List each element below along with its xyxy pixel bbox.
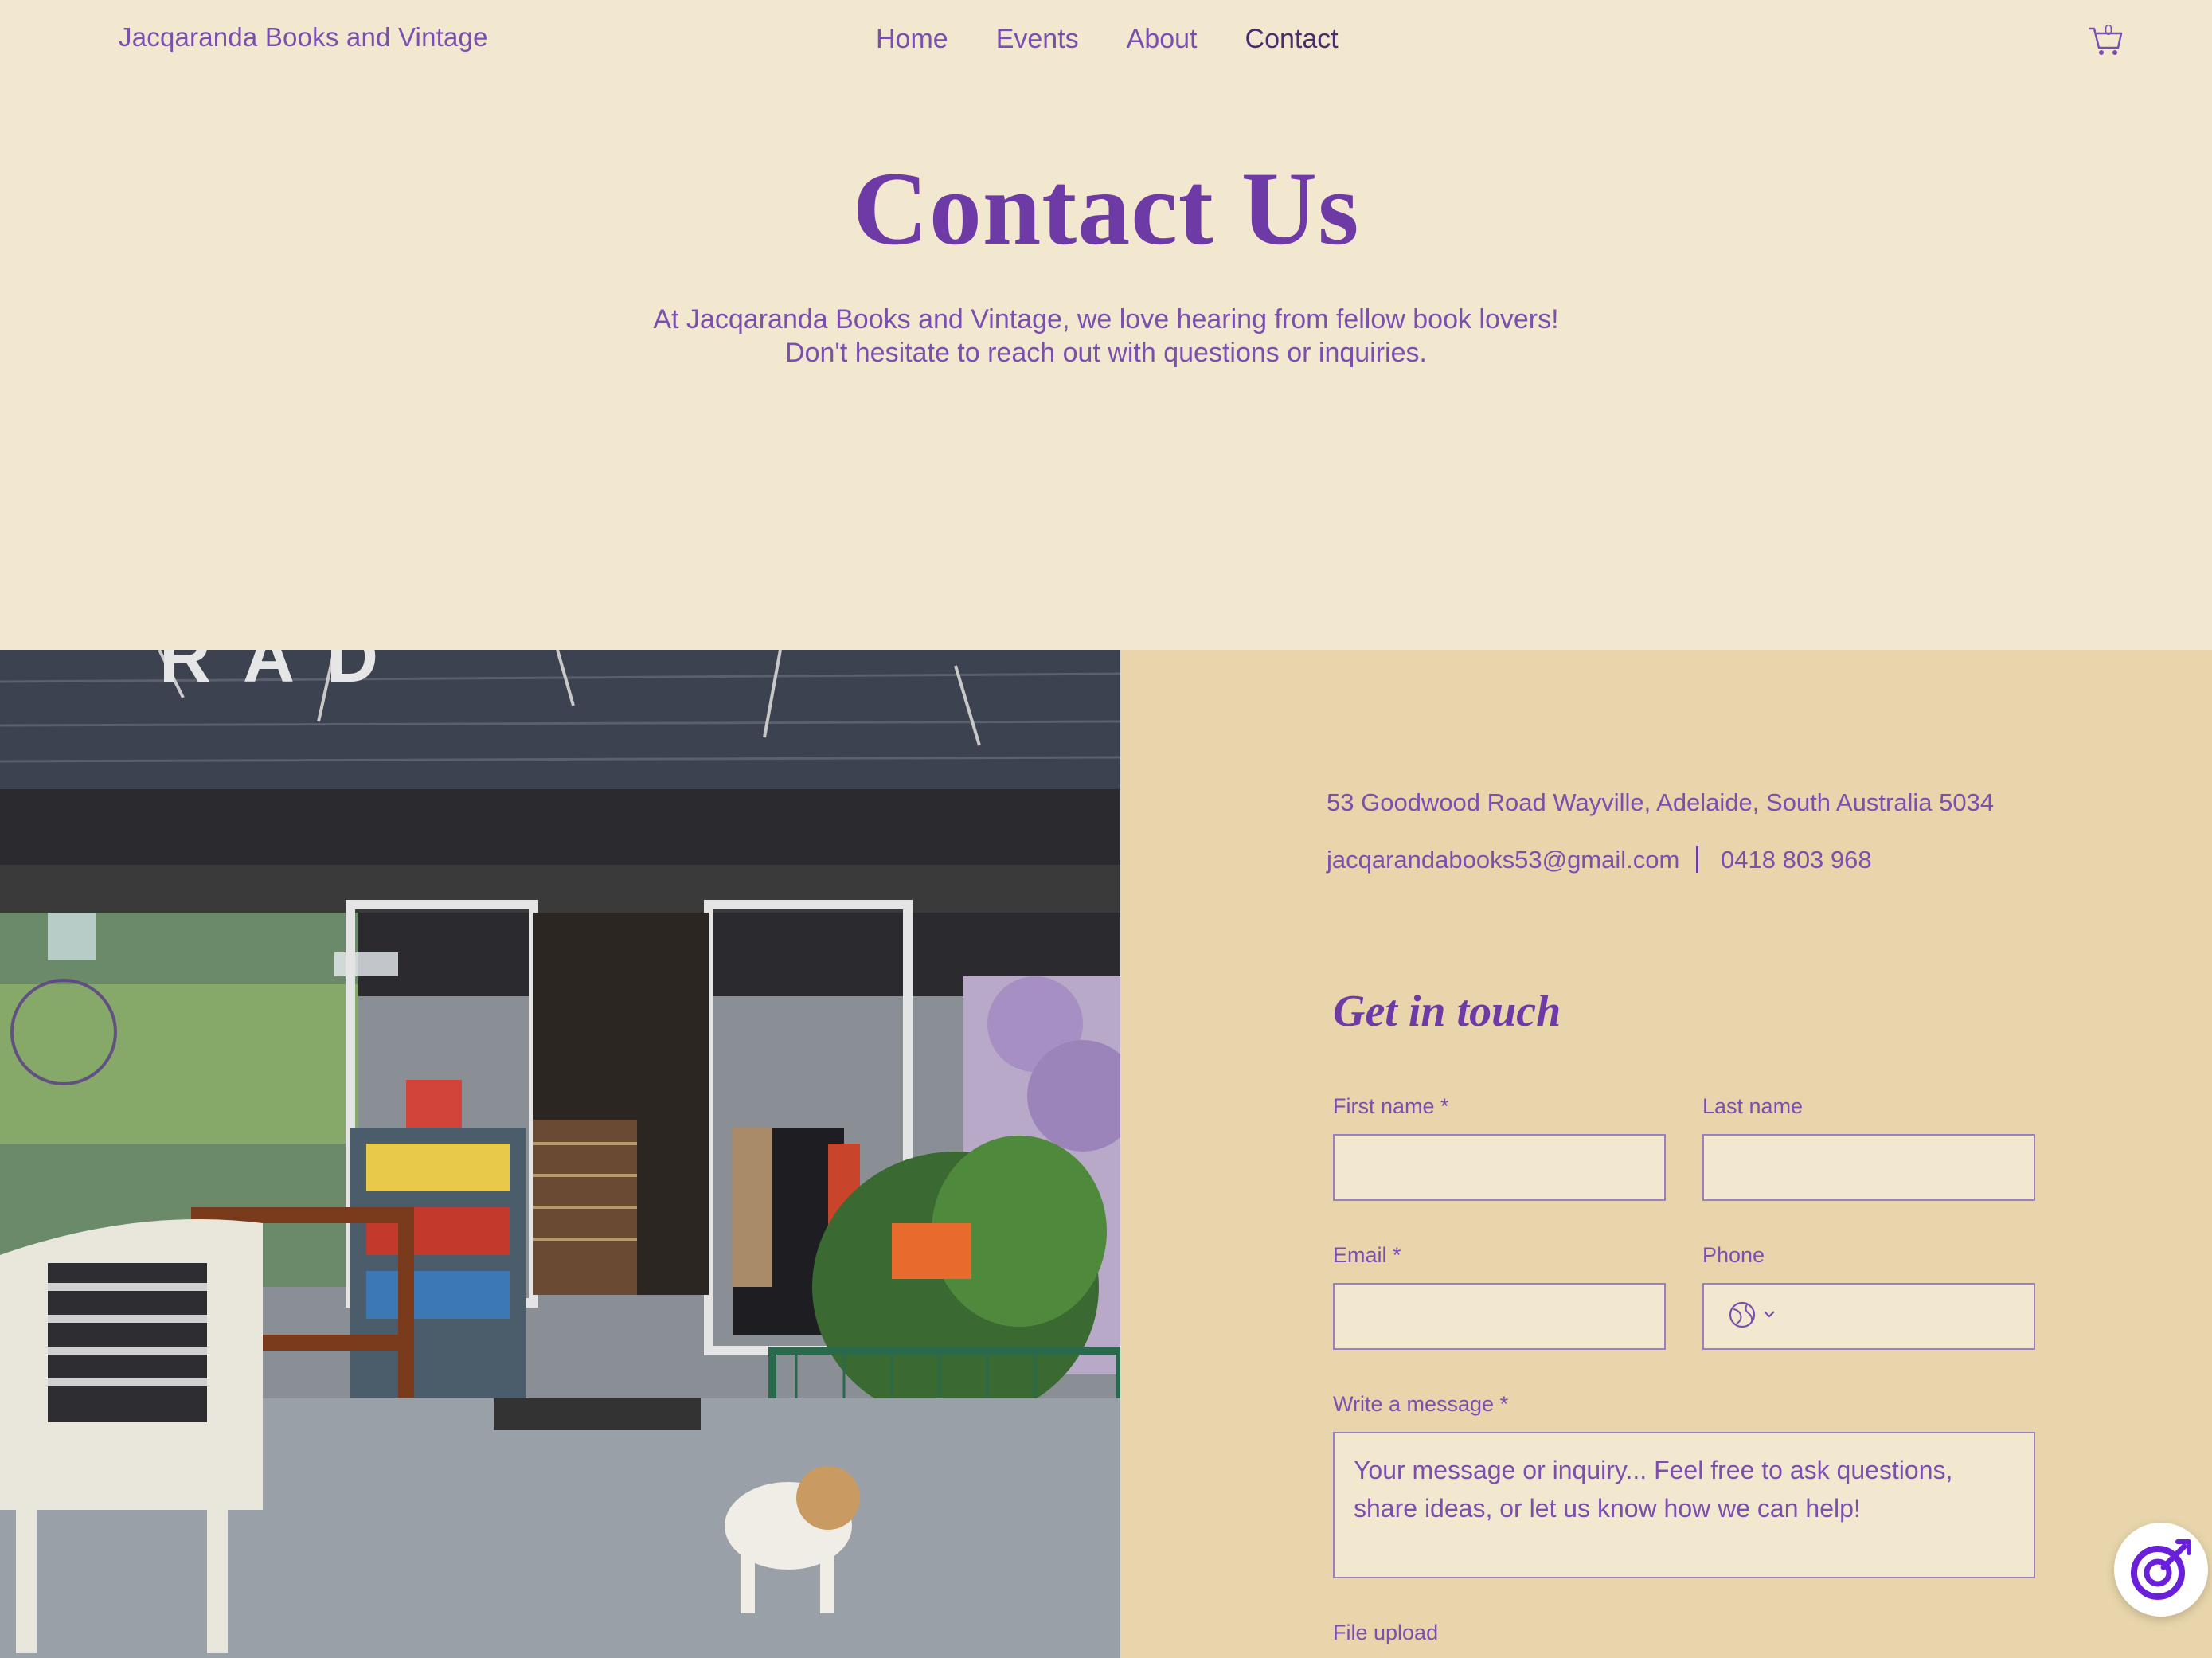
storefront-photo: RAD [0,650,1120,1658]
first-name-field[interactable] [1333,1134,1666,1201]
message-label: Write a message * [1333,1392,1509,1416]
storefront-illustration: RAD [0,650,1120,1658]
email-input[interactable] [1335,1285,1664,1348]
help-widget-button[interactable] [2114,1523,2208,1617]
message-textarea[interactable] [1335,1433,2034,1577]
contact-divider [1696,846,1698,873]
last-name-label: Last name [1702,1094,1804,1118]
intro-text: At Jacqaranda Books and Vintage, we love… [0,303,2212,370]
intro-line-1: At Jacqaranda Books and Vintage, we love… [653,304,1559,334]
nav-events[interactable]: Events [996,24,1079,55]
globe-icon [1729,1301,1756,1328]
phone-label: Phone [1702,1243,1765,1267]
help-widget-icon [2131,1539,2191,1600]
first-name-input[interactable] [1335,1136,1664,1199]
last-name-field[interactable] [1702,1134,2035,1201]
nav-about[interactable]: About [1127,24,1198,55]
message-field[interactable] [1333,1432,2035,1578]
cart-count: 0 [2105,22,2113,38]
svg-text:RAD: RAD [159,650,410,698]
chevron-down-icon [1764,1311,1775,1318]
email-field[interactable] [1333,1283,1666,1350]
nav-home[interactable]: Home [876,24,948,55]
store-address: 53 Goodwood Road Wayville, Adelaide, Sou… [1327,788,1995,816]
site-brand[interactable]: Jacqaranda Books and Vintage [119,22,488,53]
file-upload-label: File upload [1333,1621,1439,1644]
email-label: Email * [1333,1243,1401,1267]
country-code-selector[interactable] [1726,1299,1782,1331]
page-title: Contact Us [852,150,1360,267]
main-nav: Home Events About Contact [876,24,1386,55]
form-heading: Get in touch [1333,987,1561,1036]
last-name-input[interactable] [1704,1136,2034,1199]
intro-line-2: Don't hesitate to reach out with questio… [785,338,1427,368]
site-header: Jacqaranda Books and Vintage Home Events… [0,0,2212,88]
nav-contact[interactable]: Contact [1245,24,1339,55]
contact-phone[interactable]: 0418 803 968 [1721,846,1872,874]
first-name-label: First name * [1333,1094,1449,1118]
contact-email-link[interactable]: jacqarandabooks53@gmail.com [1327,846,1679,874]
